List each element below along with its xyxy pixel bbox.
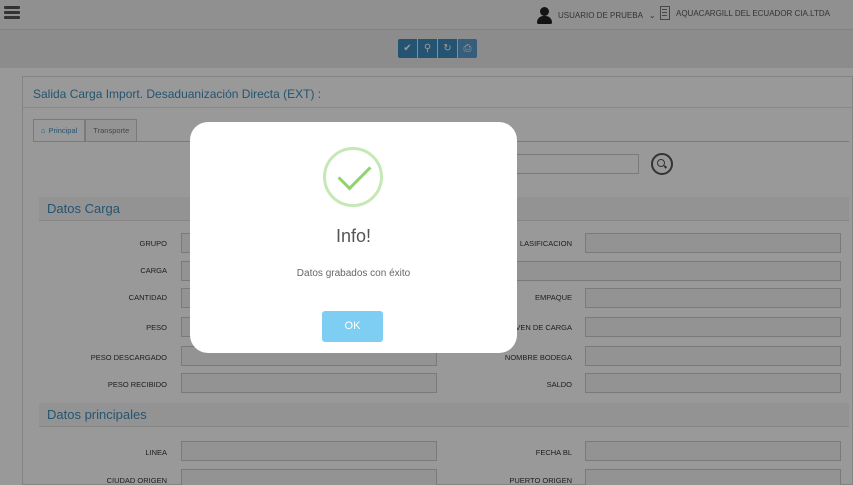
dialog-title: Info! [335, 226, 372, 246]
success-check-icon [323, 147, 383, 207]
info-dialog: Info! Datos grabados con éxito OK [190, 122, 517, 353]
ok-button[interactable]: OK [322, 311, 383, 342]
dialog-message: Datos grabados con éxito [296, 268, 411, 279]
